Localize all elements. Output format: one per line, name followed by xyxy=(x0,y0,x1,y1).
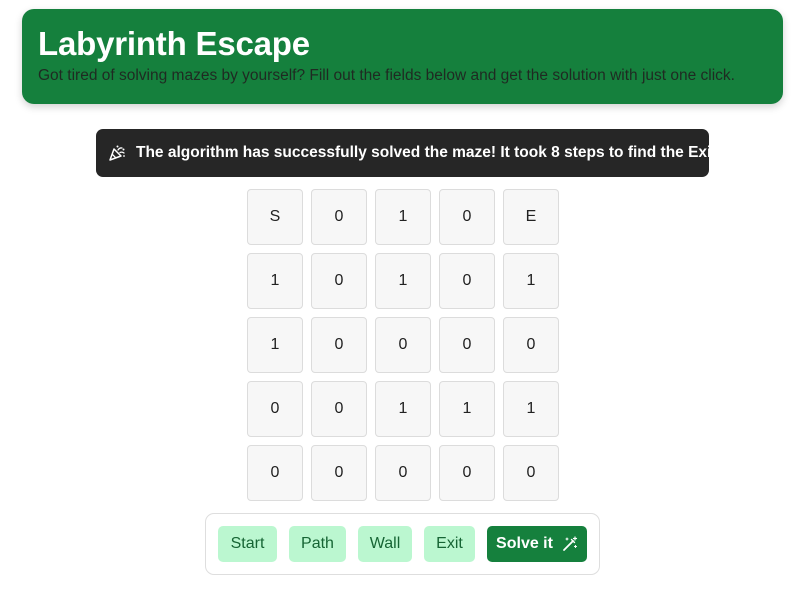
maze-cell[interactable]: 0 xyxy=(247,381,303,437)
exit-button[interactable]: Exit xyxy=(424,526,475,562)
maze-cell[interactable]: 1 xyxy=(247,317,303,373)
tool-toolbar: Start Path Wall Exit Solve it xyxy=(205,513,600,575)
page-title: Labyrinth Escape xyxy=(38,25,310,62)
maze-cell[interactable]: 0 xyxy=(503,317,559,373)
wall-button-label: Wall xyxy=(369,535,401,552)
maze-cell[interactable]: 1 xyxy=(375,381,431,437)
start-button-label: Start xyxy=(230,535,265,552)
maze-cell[interactable]: 0 xyxy=(439,253,495,309)
maze-cell[interactable]: 1 xyxy=(503,381,559,437)
maze-cell[interactable]: 0 xyxy=(375,317,431,373)
maze-cell[interactable]: 0 xyxy=(311,381,367,437)
toast-message: The algorithm has successfully solved th… xyxy=(136,144,721,161)
maze-grid: S 0 1 0 E 1 0 1 0 1 1 0 0 0 0 0 0 1 1 1 … xyxy=(247,189,559,501)
maze-cell[interactable]: 1 xyxy=(247,253,303,309)
maze-cell[interactable]: S xyxy=(247,189,303,245)
success-toast: The algorithm has successfully solved th… xyxy=(96,129,721,177)
maze-cell[interactable]: 0 xyxy=(311,445,367,501)
solve-button[interactable]: Solve it xyxy=(487,526,587,562)
maze-cell[interactable]: 0 xyxy=(439,189,495,245)
maze-cell[interactable]: 1 xyxy=(439,381,495,437)
maze-cell[interactable]: 1 xyxy=(375,189,431,245)
maze-cell[interactable]: 0 xyxy=(311,189,367,245)
maze-cell[interactable]: 0 xyxy=(503,445,559,501)
path-button[interactable]: Path xyxy=(289,526,346,562)
maze-cell[interactable]: 0 xyxy=(311,317,367,373)
maze-cell[interactable]: 0 xyxy=(439,317,495,373)
page-subtitle: Got tired of solving mazes by yourself? … xyxy=(38,67,735,84)
exit-button-label: Exit xyxy=(436,535,463,552)
wall-button[interactable]: Wall xyxy=(358,526,412,562)
maze-cell[interactable]: 1 xyxy=(375,253,431,309)
maze-cell[interactable]: 0 xyxy=(439,445,495,501)
path-button-label: Path xyxy=(301,535,334,552)
start-button[interactable]: Start xyxy=(218,526,277,562)
maze-cell[interactable]: E xyxy=(503,189,559,245)
maze-cell[interactable]: 0 xyxy=(375,445,431,501)
magic-wand-icon xyxy=(562,536,578,552)
header-banner: Labyrinth Escape Got tired of solving ma… xyxy=(22,9,783,104)
maze-cell[interactable]: 1 xyxy=(503,253,559,309)
party-popper-icon xyxy=(108,144,126,162)
maze-cell[interactable]: 0 xyxy=(311,253,367,309)
solve-button-label: Solve it xyxy=(496,535,553,552)
maze-cell[interactable]: 0 xyxy=(247,445,303,501)
